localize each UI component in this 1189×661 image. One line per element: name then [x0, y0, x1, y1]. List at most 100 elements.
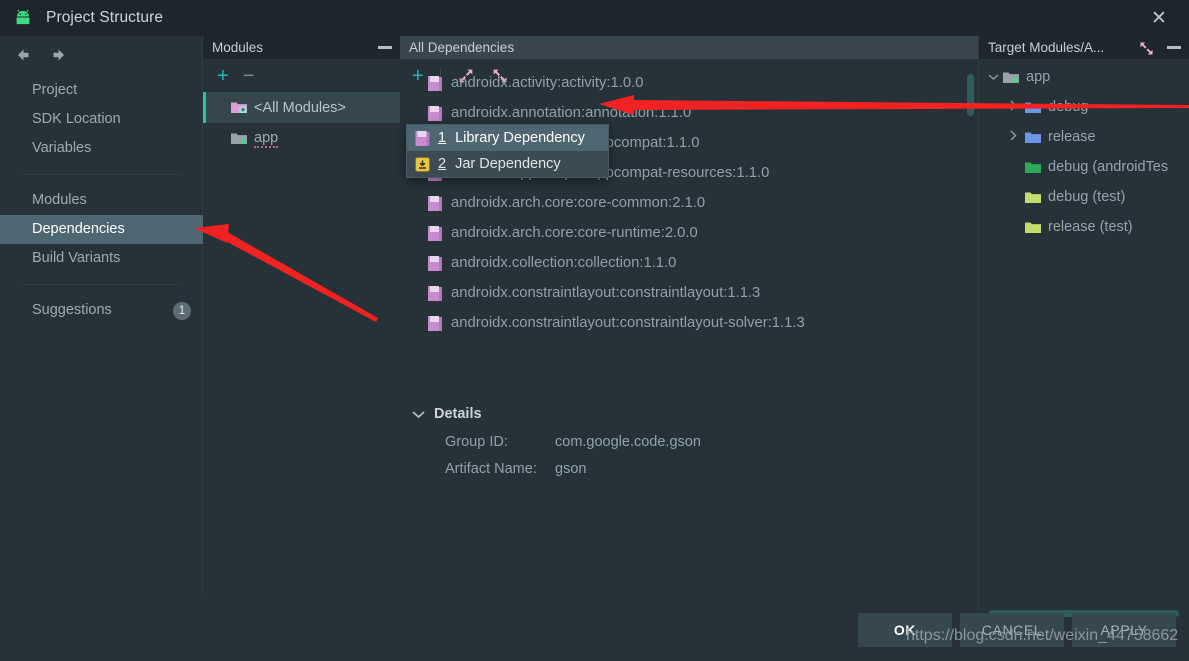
folder-icon: [1025, 222, 1041, 233]
chevron-down-icon: [412, 407, 434, 422]
dependency-row[interactable]: androidx.arch.core:core-common:2.1.0: [400, 188, 978, 218]
dependency-row[interactable]: androidx.constraintlayout:constraintlayo…: [400, 278, 978, 308]
remove-module-button[interactable]: −: [243, 66, 255, 86]
dependency-label: androidx.constraintlayout:constraintlayo…: [451, 315, 805, 331]
target-panel-title: Target Modules/A...: [988, 40, 1105, 55]
folder-icon: [1025, 192, 1041, 203]
dependency-row[interactable]: androidx.collection:collection:1.1.0: [400, 248, 978, 278]
menu-item-label: Jar Dependency: [455, 156, 561, 172]
folder-icon: [1025, 132, 1041, 143]
suggestions-badge: 1: [173, 302, 191, 320]
title-bar: Project Structure ✕: [0, 0, 1189, 36]
sidebar-item-modules[interactable]: Modules: [0, 186, 203, 215]
dependencies-scrollbar[interactable]: [967, 74, 974, 116]
dependency-label: androidx.annotation:annotation:1.1.0: [451, 105, 692, 121]
target-panel-header: Target Modules/A...: [979, 36, 1189, 60]
module-row-label: <All Modules>: [254, 99, 346, 116]
dependency-label: androidx.constraintlayout:constraintlayo…: [451, 285, 761, 301]
minimize-icon[interactable]: [1167, 46, 1181, 49]
dependency-row[interactable]: androidx.arch.core:core-runtime:2.0.0: [400, 218, 978, 248]
library-icon: [428, 315, 442, 331]
library-icon: [428, 105, 442, 121]
sidebar: Project SDK Location Variables Modules D…: [0, 36, 203, 596]
detail-row-artifact-name: Artifact Name: gson: [400, 455, 978, 482]
menu-item-library-dependency[interactable]: 1 Library Dependency: [407, 125, 608, 151]
target-row-release[interactable]: release: [979, 122, 1189, 152]
dependency-label: androidx.arch.core:core-runtime:2.0.0: [451, 225, 698, 241]
nav-arrows: [12, 45, 70, 65]
target-rows: app debug release debug (androidTes debu…: [979, 62, 1189, 242]
library-icon: [428, 285, 442, 301]
dependencies-panel: All Dependencies + androidx.activity:act…: [400, 36, 978, 596]
module-row-app[interactable]: app: [203, 123, 400, 154]
target-modules-panel: Target Modules/A... app debug release de…: [978, 36, 1189, 631]
detail-label: Group ID:: [445, 433, 508, 450]
dependency-row[interactable]: androidx.constraintlayout:constraintlayo…: [400, 308, 978, 338]
sidebar-item-sdk-location[interactable]: SDK Location: [0, 105, 203, 134]
dependency-label: androidx.activity:activity:1.0.0: [451, 75, 644, 91]
sidebar-list: Project SDK Location Variables Modules D…: [0, 76, 203, 325]
module-folder-icon: [1003, 72, 1019, 83]
target-row-app[interactable]: app: [979, 62, 1189, 92]
menu-item-number: 1: [438, 130, 447, 146]
close-icon[interactable]: ✕: [1147, 6, 1171, 30]
collapse-all-icon[interactable]: [1138, 40, 1155, 57]
sidebar-item-build-variants[interactable]: Build Variants: [0, 244, 203, 273]
module-row-label: app: [254, 129, 279, 148]
dependencies-panel-header: All Dependencies: [400, 36, 978, 60]
target-row-label: release (test): [1048, 219, 1133, 235]
minimize-icon[interactable]: [378, 46, 392, 49]
sidebar-item-variables[interactable]: Variables: [0, 134, 203, 163]
folder-icon: [1025, 162, 1041, 173]
arrow-right-icon[interactable]: [50, 45, 70, 65]
details-header[interactable]: Details: [400, 400, 978, 428]
dependency-label: androidx.collection:collection:1.1.0: [451, 255, 677, 271]
detail-label: Artifact Name:: [445, 460, 537, 477]
menu-item-number: 2: [438, 156, 447, 172]
sidebar-item-project[interactable]: Project: [0, 76, 203, 105]
modules-panel-header: Modules: [203, 36, 400, 60]
dependency-row[interactable]: androidx.activity:activity:1.0.0: [400, 68, 978, 98]
target-row-debug-androidtest[interactable]: debug (androidTes: [979, 152, 1189, 182]
details-title: Details: [434, 406, 482, 422]
target-row-release-test[interactable]: release (test): [979, 212, 1189, 242]
menu-item-jar-dependency[interactable]: 2 Jar Dependency: [407, 151, 608, 177]
target-row-debug[interactable]: debug: [979, 92, 1189, 122]
add-dependency-context-menu: 1 Library Dependency 2 Jar Dependency: [406, 124, 609, 178]
library-icon: [428, 195, 442, 211]
details-section: Details Group ID: com.google.code.gson A…: [400, 400, 978, 482]
modules-folder-icon: [231, 102, 247, 113]
sidebar-divider-2: [22, 284, 181, 285]
target-row-label: debug (test): [1048, 189, 1126, 205]
menu-item-label: Library Dependency: [455, 130, 585, 146]
library-icon: [428, 75, 442, 91]
detail-value: gson: [555, 460, 587, 477]
dependencies-list: androidx.activity:activity:1.0.0 android…: [400, 68, 978, 388]
target-row-debug-test[interactable]: debug (test): [979, 182, 1189, 212]
chevron-right-icon[interactable]: [1005, 100, 1021, 114]
detail-value: com.google.code.gson: [555, 433, 701, 450]
target-row-label: app: [1026, 69, 1051, 85]
add-module-button[interactable]: +: [217, 66, 229, 86]
library-icon: [428, 255, 442, 271]
modules-panel-title: Modules: [212, 40, 264, 55]
jar-icon: [415, 156, 430, 172]
chevron-down-icon[interactable]: [985, 70, 1001, 84]
arrow-left-icon[interactable]: [12, 45, 32, 65]
sidebar-item-suggestions[interactable]: Suggestions 1: [0, 296, 203, 325]
detail-row-group-id: Group ID: com.google.code.gson: [400, 428, 978, 455]
watermark-text: https://blog.csdn.net/weixin_44758662: [906, 627, 1179, 644]
library-icon: [415, 130, 430, 146]
sidebar-item-label: Suggestions: [32, 302, 112, 318]
chevron-right-icon[interactable]: [1005, 130, 1021, 144]
modules-toolbar: + −: [203, 60, 400, 92]
target-row-label: debug (androidTes: [1048, 159, 1169, 175]
dialog-body: Project SDK Location Variables Modules D…: [0, 36, 1189, 661]
dependency-label: androidx.arch.core:core-common:2.1.0: [451, 195, 706, 211]
android-icon: [16, 9, 30, 25]
sidebar-divider-1: [22, 174, 181, 175]
target-row-label: debug: [1048, 99, 1089, 115]
folder-icon: [1025, 102, 1041, 113]
module-row-all-modules[interactable]: <All Modules>: [203, 92, 400, 123]
sidebar-item-dependencies[interactable]: Dependencies: [0, 215, 203, 244]
